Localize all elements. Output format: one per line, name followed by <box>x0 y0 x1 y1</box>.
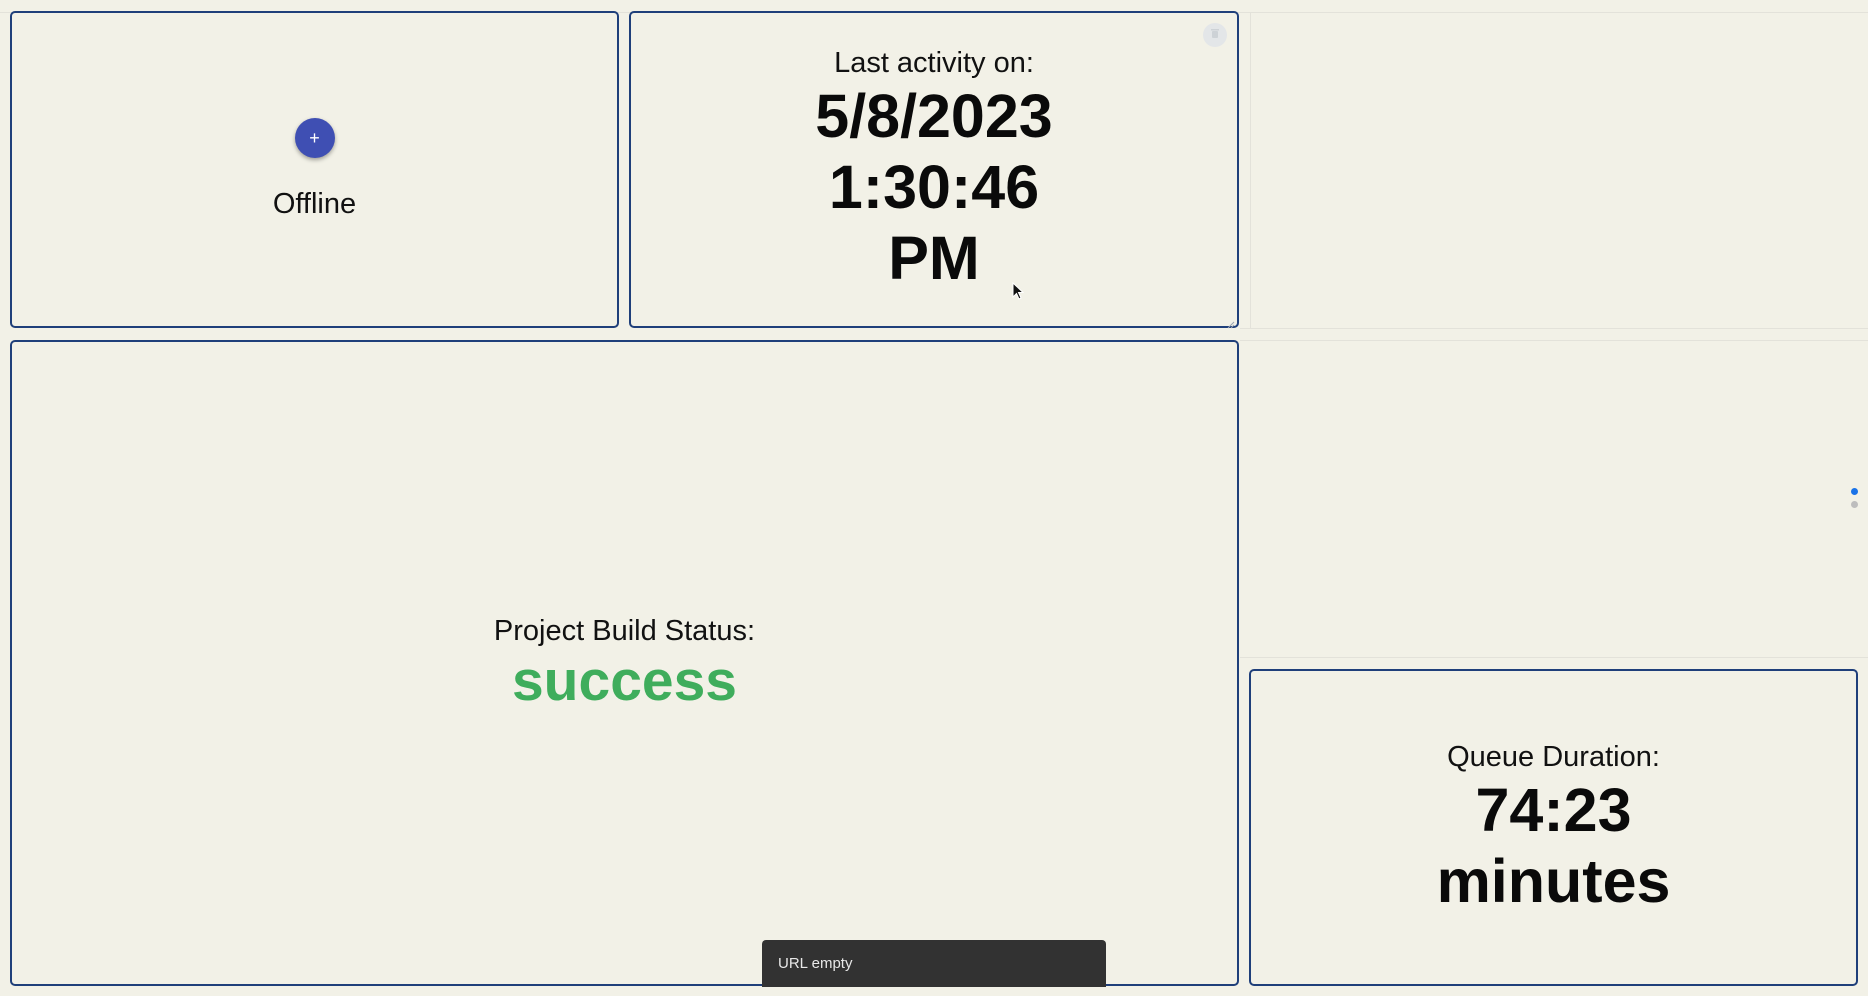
resize-handle-icon[interactable] <box>1227 316 1235 329</box>
queue-duration-tile: Queue Duration: 74:23 minutes <box>1249 669 1858 986</box>
last-activity-meridiem: PM <box>888 224 980 292</box>
grid-line <box>1250 12 1251 328</box>
grid-line <box>1240 657 1868 658</box>
offline-tile: + Offline <box>10 11 619 328</box>
add-button[interactable]: + <box>294 117 335 158</box>
snackbar-message: URL empty <box>778 955 853 972</box>
build-status-tile: Project Build Status: success <box>10 340 1239 986</box>
mouse-pointer-icon <box>1012 281 1026 307</box>
connection-status-text: Offline <box>272 187 357 220</box>
page-dot[interactable] <box>1851 501 1858 508</box>
last-activity-date: 5/8/2023 <box>815 82 1053 150</box>
delete-icon <box>1209 26 1221 44</box>
queue-duration-value: 74:23 <box>1475 775 1632 844</box>
build-status-value: success <box>511 649 738 713</box>
page-indicator <box>1851 488 1859 514</box>
grid-line <box>1240 340 1868 341</box>
page-dot-active[interactable] <box>1851 488 1858 495</box>
delete-tile-button[interactable] <box>1203 23 1227 47</box>
dashboard-page: + Offline Last activity on: 5/8/2023 1:3… <box>0 0 1868 996</box>
last-activity-label: Last activity on: <box>834 47 1034 79</box>
last-activity-time: 1:30:46 <box>828 153 1040 221</box>
plus-icon: + <box>309 127 320 148</box>
queue-duration-label: Queue Duration: <box>1447 740 1660 773</box>
snackbar: URL empty <box>762 940 1106 987</box>
queue-duration-unit: minutes <box>1436 846 1671 915</box>
last-activity-tile: Last activity on: 5/8/2023 1:30:46 PM <box>629 11 1239 329</box>
build-status-label: Project Build Status: <box>493 615 756 647</box>
grid-line <box>1240 328 1868 329</box>
